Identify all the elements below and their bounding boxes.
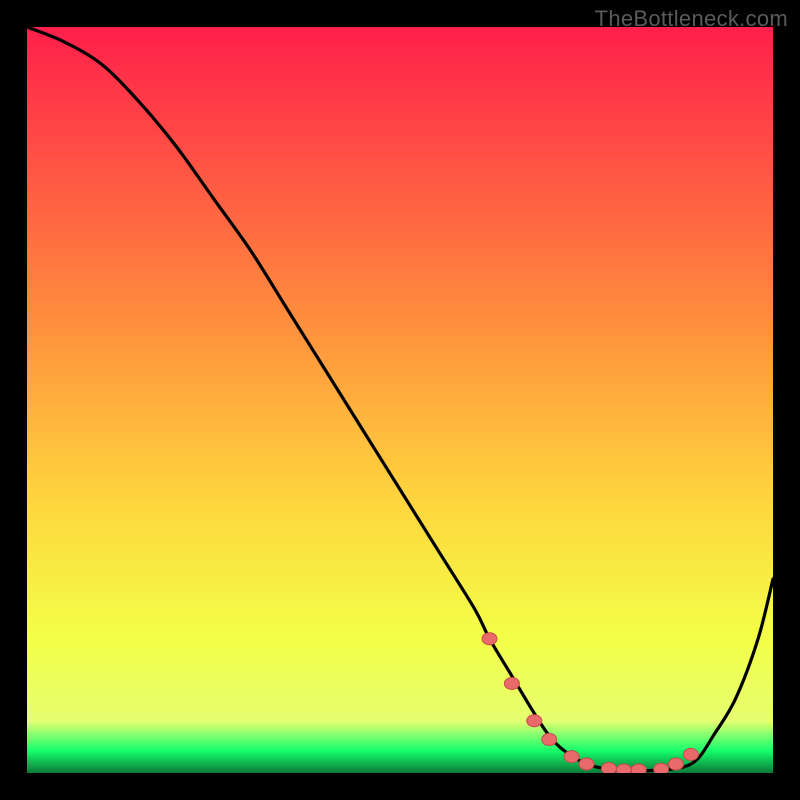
data-marker [482, 633, 497, 645]
data-marker [683, 748, 698, 760]
data-marker [564, 751, 579, 763]
data-marker [669, 758, 684, 770]
chart-frame: TheBottleneck.com [0, 0, 800, 800]
data-marker [542, 733, 557, 745]
data-marker [654, 763, 669, 773]
data-marker [601, 763, 616, 773]
data-marker [504, 677, 519, 689]
data-marker [579, 758, 594, 770]
plot-area [27, 27, 773, 773]
gradient-background [27, 27, 773, 773]
data-marker [527, 715, 542, 727]
watermark-text: TheBottleneck.com [595, 6, 788, 32]
data-marker [616, 764, 631, 773]
data-marker [631, 764, 646, 773]
bottleneck-curve-chart [27, 27, 773, 773]
